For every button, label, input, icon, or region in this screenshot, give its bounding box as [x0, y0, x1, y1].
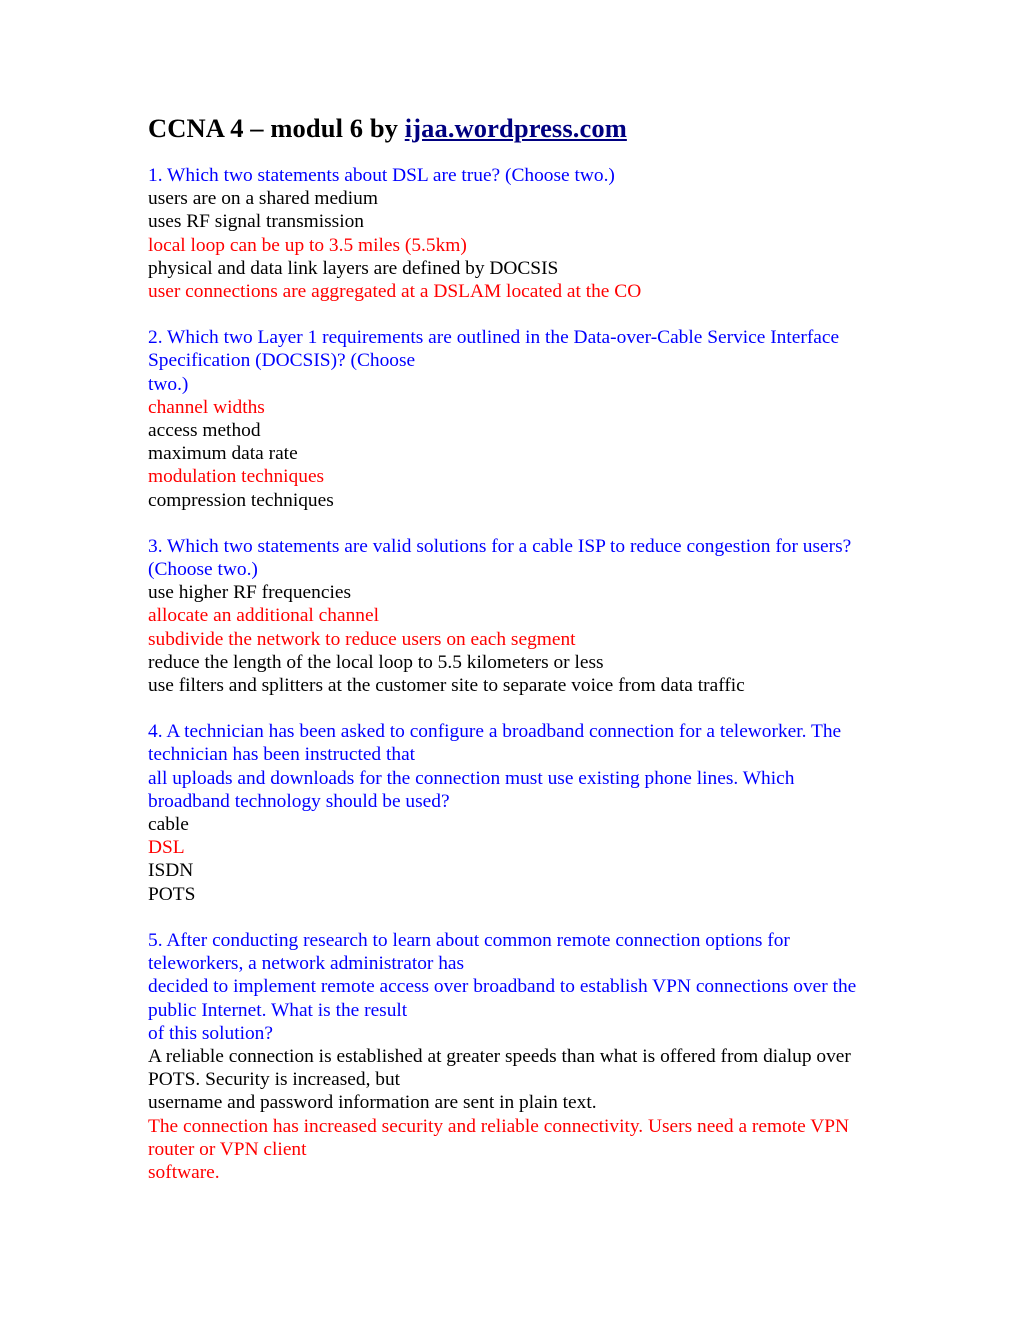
- question-text: two.): [148, 373, 189, 395]
- wordpress-link[interactable]: ijaa.wordpress.com: [405, 113, 627, 143]
- answer-option[interactable]: use filters and splitters at the custome…: [148, 674, 876, 697]
- answer-option[interactable]: users are on a shared medium: [148, 187, 876, 210]
- question-text: 4. A technician has been asked to config…: [148, 721, 846, 766]
- answer-option[interactable]: username and password information are se…: [148, 1091, 876, 1114]
- answer-option-correct[interactable]: local loop can be up to 3.5 miles (5.5km…: [148, 234, 876, 257]
- answer-option[interactable]: compression techniques: [148, 489, 876, 512]
- document-page: CCNA 4 – modul 6 by ijaa.wordpress.com 1…: [0, 0, 1020, 1320]
- answer-option[interactable]: maximum data rate: [148, 442, 876, 465]
- page-title-text: CCNA 4 – modul 6 by: [148, 113, 405, 143]
- question-text: 1. Which two statements about DSL are tr…: [148, 165, 615, 186]
- answer-option-correct[interactable]: allocate an additional channel: [148, 604, 876, 627]
- answer-option-correct[interactable]: modulation techniques: [148, 465, 876, 488]
- question-4: 4. A technician has been asked to config…: [148, 720, 876, 906]
- answer-option-correct[interactable]: software.: [148, 1161, 876, 1184]
- page-title: CCNA 4 – modul 6 by ijaa.wordpress.com: [148, 112, 873, 144]
- question-text: decided to implement remote access over …: [148, 976, 862, 1021]
- question-text: 3. Which two statements are valid soluti…: [148, 535, 857, 581]
- question-2: 2. Which two Layer 1 requirements are ou…: [148, 326, 876, 512]
- question-text: 2. Which two Layer 1 requirements are ou…: [148, 327, 844, 372]
- answer-option[interactable]: uses RF signal transmission: [148, 210, 876, 233]
- answer-option-correct[interactable]: DSL: [148, 836, 876, 859]
- question-text: 5. After conducting research to learn ab…: [148, 929, 795, 975]
- answer-option-correct[interactable]: subdivide the network to reduce users on…: [148, 628, 876, 651]
- answer-option-correct[interactable]: channel widths: [148, 396, 876, 419]
- answer-option[interactable]: physical and data link layers are define…: [148, 257, 876, 280]
- answer-option[interactable]: POTS: [148, 883, 876, 906]
- question-1: 1. Which two statements about DSL are tr…: [148, 164, 876, 303]
- question-3: 3. Which two statements are valid soluti…: [148, 535, 876, 697]
- question-list: 1. Which two statements about DSL are tr…: [148, 164, 876, 1184]
- question-text: of this solution?: [148, 1022, 273, 1044]
- question-text: all uploads and downloads for the connec…: [148, 767, 800, 812]
- answer-option[interactable]: reduce the length of the local loop to 5…: [148, 651, 876, 674]
- answer-option-correct[interactable]: The connection has increased security an…: [148, 1115, 876, 1161]
- question-5: 5. After conducting research to learn ab…: [148, 929, 876, 1184]
- answer-option-correct[interactable]: user connections are aggregated at a DSL…: [148, 280, 876, 303]
- answer-option[interactable]: ISDN: [148, 859, 876, 882]
- answer-option[interactable]: access method: [148, 419, 876, 442]
- answer-option[interactable]: A reliable connection is established at …: [148, 1045, 876, 1091]
- answer-option[interactable]: use higher RF frequencies: [148, 581, 876, 604]
- answer-option[interactable]: cable: [148, 813, 876, 836]
